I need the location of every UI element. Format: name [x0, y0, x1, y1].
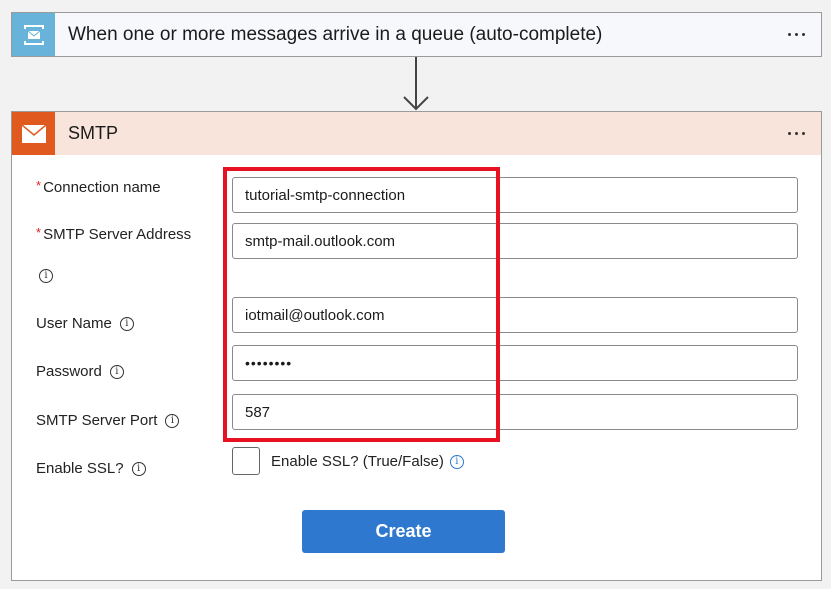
dot-icon — [801, 33, 805, 36]
password-label: Password i — [36, 363, 124, 380]
flow-arrow-icon — [403, 57, 429, 111]
connection-name-input[interactable] — [232, 177, 798, 213]
dot-icon — [794, 132, 798, 135]
queue-mail-icon — [12, 13, 55, 56]
server-address-input[interactable] — [232, 223, 798, 259]
password-input[interactable]: •••••••• — [232, 345, 798, 381]
connection-name-label: * Connection name — [36, 178, 161, 196]
required-marker: * — [36, 178, 42, 193]
enable-ssl-checkbox[interactable] — [232, 447, 260, 475]
create-button[interactable]: Create — [302, 510, 505, 553]
smtp-card: SMTP *Connection name *SMTP Server Addre… — [11, 111, 822, 581]
required-marker: * — [36, 225, 42, 240]
server-port-input[interactable] — [232, 394, 798, 430]
enable-ssl-checkbox-info-icon[interactable]: i — [449, 455, 464, 470]
smtp-card-header[interactable]: SMTP — [12, 112, 821, 155]
trigger-card[interactable]: When one or more messages arrive in a qu… — [11, 12, 822, 57]
trigger-title: When one or more messages arrive in a qu… — [68, 24, 603, 45]
user-name-info-icon[interactable]: i — [119, 317, 134, 332]
server-port-label: SMTP Server Port i — [36, 412, 180, 429]
dot-icon — [794, 33, 798, 36]
server-address-label: * SMTP Server Address — [36, 225, 192, 243]
user-name-label: User Name i — [36, 315, 134, 332]
smtp-title: SMTP — [68, 123, 119, 143]
smtp-more-options-button[interactable] — [781, 112, 811, 155]
enable-ssl-label: Enable SSL? i — [36, 460, 146, 477]
trigger-more-options-button[interactable] — [781, 13, 811, 56]
enable-ssl-info-icon[interactable]: i — [131, 462, 146, 477]
mail-envelope-icon — [12, 112, 55, 155]
server-address-info-icon[interactable]: i — [39, 269, 53, 283]
user-name-input[interactable] — [232, 297, 798, 333]
enable-ssl-checkbox-label[interactable]: Enable SSL? (True/False) i — [271, 453, 464, 470]
dot-icon — [801, 132, 805, 135]
dot-icon — [787, 33, 791, 36]
password-info-icon[interactable]: i — [109, 365, 124, 380]
dot-icon — [787, 132, 791, 135]
server-port-info-icon[interactable]: i — [165, 414, 180, 429]
